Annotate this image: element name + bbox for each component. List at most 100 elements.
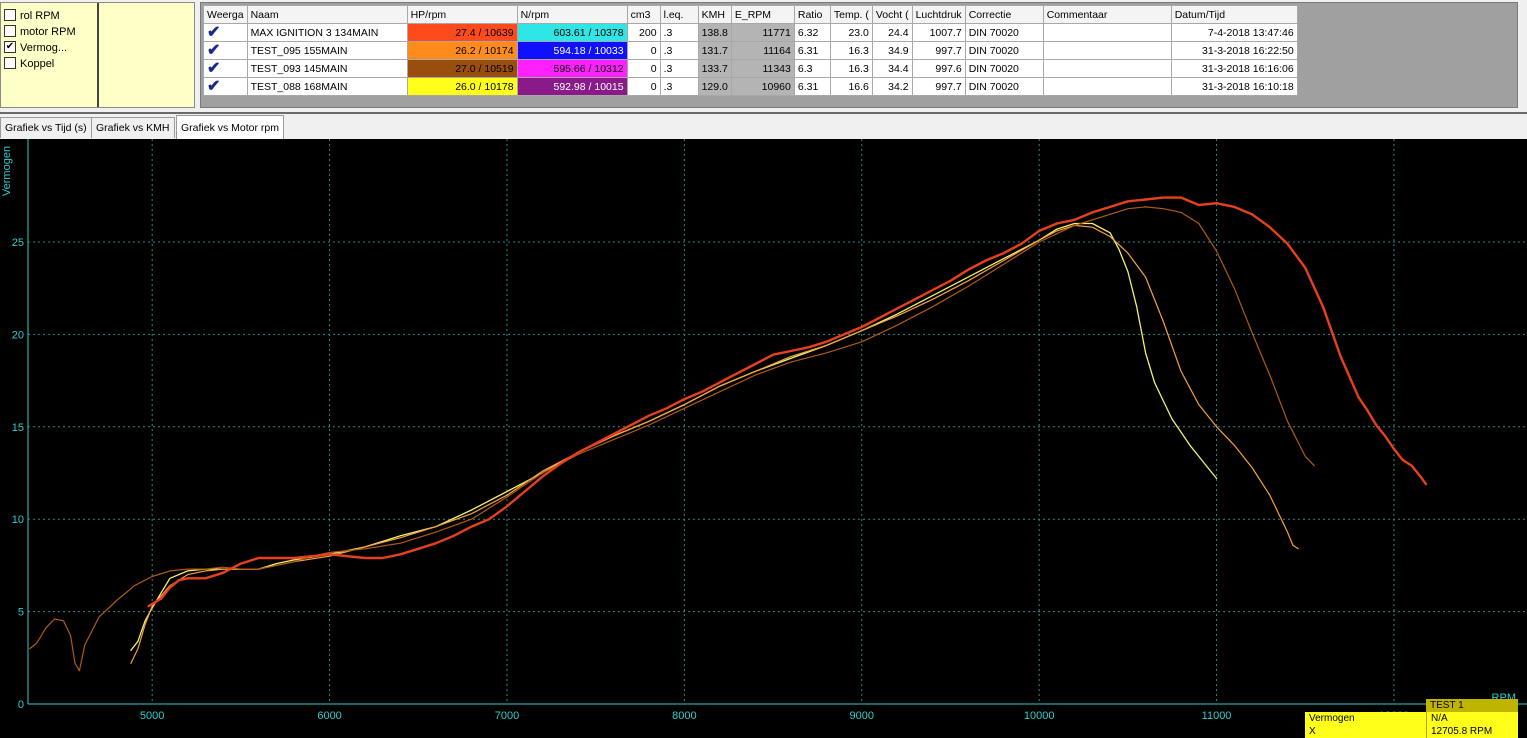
runs-table: Weerga Naam HP/rpm N/rpm cm3 l.eq. KMH E_RPM Rat… [203, 5, 1298, 96]
cell-correctie: DIN 70020 [964, 59, 1044, 78]
column-header[interactable]: Luchtdruk [911, 5, 966, 24]
option-checkbox[interactable] [4, 57, 16, 70]
cell-hp: 26.2 / 10174 [406, 41, 518, 60]
checkmark-icon: ✔ [207, 41, 221, 59]
column-header[interactable]: Commentaar [1042, 5, 1172, 24]
weergave-checkbox[interactable]: ✔ [203, 59, 248, 78]
y-tick-label: 20 [12, 329, 24, 341]
cell-erpm: 10960 [730, 77, 795, 96]
column-header[interactable]: Vocht ( [871, 5, 913, 24]
cell-cm3: 0 [626, 77, 661, 96]
column-header[interactable]: Temp. ( [829, 5, 873, 24]
option-label: Vermog... [20, 42, 68, 54]
cell-hp: 27.4 / 10639 [406, 23, 518, 42]
cell-ratio: 6.3 [793, 59, 831, 78]
option-vermogen[interactable]: ✔ Vermog... [4, 40, 67, 56]
cell-luchtdruk: 997.6 [911, 59, 966, 78]
option-label: rol RPM [20, 10, 60, 22]
cell-erpm: 11771 [730, 23, 795, 42]
cell-name: TEST_093 145MAIN [246, 59, 408, 78]
table-row[interactable]: ✔ MAX IGNITION 3 134MAIN 27.4 / 10639 603.6… [203, 23, 1298, 42]
series-line[interactable] [147, 196, 1428, 608]
x-tick-label: 6000 [317, 710, 341, 722]
cell-commentaar [1042, 77, 1172, 96]
option-motor-rpm[interactable]: motor RPM [4, 24, 76, 40]
chart-canvas[interactable]: 5000600070008000900010000110001200005101… [0, 139, 1527, 738]
tab-grafiek-vs-motor-rpm[interactable]: Grafiek vs Motor rpm [176, 115, 285, 139]
series-line[interactable] [130, 224, 1299, 664]
x-tick-label: 9000 [850, 710, 874, 722]
option-checkbox[interactable]: ✔ [4, 41, 16, 54]
cell-leq: .3 [659, 59, 699, 78]
series-line[interactable] [130, 222, 1218, 652]
cell-correctie: DIN 70020 [964, 41, 1044, 60]
y-axis-title: Vermogen [1, 146, 13, 196]
options-panel: rol RPM motor RPM ✔ Vermog... Koppel [0, 2, 195, 108]
cell-commentaar [1042, 41, 1172, 60]
option-checkbox[interactable] [4, 25, 16, 38]
checkmark-icon: ✔ [207, 59, 221, 77]
column-header[interactable]: E_RPM [730, 5, 795, 24]
cell-hp: 27.0 / 10519 [406, 59, 518, 78]
series-line[interactable] [29, 206, 1315, 672]
y-tick-label: 0 [18, 699, 24, 711]
x-tick-label: 8000 [672, 710, 696, 722]
weergave-checkbox[interactable]: ✔ [203, 23, 248, 42]
x-tick-label: 7000 [495, 710, 519, 722]
cell-kmh: 133.7 [697, 59, 732, 78]
column-header[interactable]: Datum/Tijd [1170, 5, 1298, 24]
cell-datum: 31-3-2018 16:16:06 [1170, 59, 1298, 78]
column-header[interactable]: Weerga [203, 5, 248, 24]
cell-ratio: 6.31 [793, 77, 831, 96]
cell-commentaar [1042, 59, 1172, 78]
cell-luchtdruk: 997.7 [911, 77, 966, 96]
cell-leq: .3 [659, 23, 699, 42]
cell-temp: 16.3 [829, 59, 873, 78]
option-label: motor RPM [20, 26, 76, 38]
option-label: Koppel [20, 58, 55, 70]
column-header[interactable]: Naam [246, 5, 408, 24]
column-header[interactable]: Ratio [793, 5, 831, 24]
table-row[interactable]: ✔ TEST_095 155MAIN 26.2 / 10174 594.18 / 10… [203, 41, 1298, 60]
cell-correctie: DIN 70020 [964, 77, 1044, 96]
y-tick-label: 25 [12, 237, 24, 249]
x-tick-label: 10000 [1024, 710, 1055, 722]
cell-leq: .3 [659, 77, 699, 96]
cell-luchtdruk: 1007.7 [911, 23, 966, 42]
cell-ratio: 6.31 [793, 41, 831, 60]
column-header[interactable]: HP/rpm [406, 5, 518, 24]
option-rol-rpm[interactable]: rol RPM [4, 8, 60, 24]
panel-divider[interactable] [97, 3, 99, 107]
cell-vocht: 24.4 [871, 23, 913, 42]
cell-temp: 16.6 [829, 77, 873, 96]
tab-grafiek-vs-tijd[interactable]: Grafiek vs Tijd (s) [0, 117, 92, 138]
column-header[interactable]: Correctie [964, 5, 1044, 24]
weergave-checkbox[interactable]: ✔ [203, 77, 248, 96]
column-header[interactable]: KMH [697, 5, 732, 24]
cell-hp: 26.0 / 10178 [406, 77, 518, 96]
cell-cm3: 0 [626, 41, 661, 60]
column-header[interactable]: cm3 [626, 5, 661, 24]
table-row[interactable]: ✔ TEST_093 145MAIN 27.0 / 10519 595.66 / 10… [203, 59, 1298, 78]
cell-datum: 31-3-2018 16:22:50 [1170, 41, 1298, 60]
cell-kmh: 138.8 [697, 23, 732, 42]
power-chart[interactable]: 5000600070008000900010000110001200005101… [0, 139, 1527, 738]
cell-vocht: 34.9 [871, 41, 913, 60]
cell-commentaar [1042, 23, 1172, 42]
cell-datum: 7-4-2018 13:47:46 [1170, 23, 1298, 42]
table-row[interactable]: ✔ TEST_088 168MAIN 26.0 / 10178 592.98 / 10… [203, 77, 1298, 96]
cell-ratio: 6.32 [793, 23, 831, 42]
info-x-label: X [1305, 725, 1426, 738]
y-tick-label: 5 [18, 607, 24, 619]
column-header[interactable]: l.eq. [659, 5, 699, 24]
tab-grafiek-vs-kmh[interactable]: Grafiek vs KMH [91, 117, 175, 138]
splitter[interactable] [0, 112, 1527, 114]
cell-vocht: 34.4 [871, 59, 913, 78]
option-koppel[interactable]: Koppel [4, 56, 54, 72]
column-header[interactable]: N/rpm [516, 5, 628, 24]
weergave-checkbox[interactable]: ✔ [203, 41, 248, 60]
option-checkbox[interactable] [4, 9, 16, 22]
cell-kmh: 131.7 [697, 41, 732, 60]
cell-name: TEST_088 168MAIN [246, 77, 408, 96]
checkmark-icon: ✔ [207, 23, 221, 41]
